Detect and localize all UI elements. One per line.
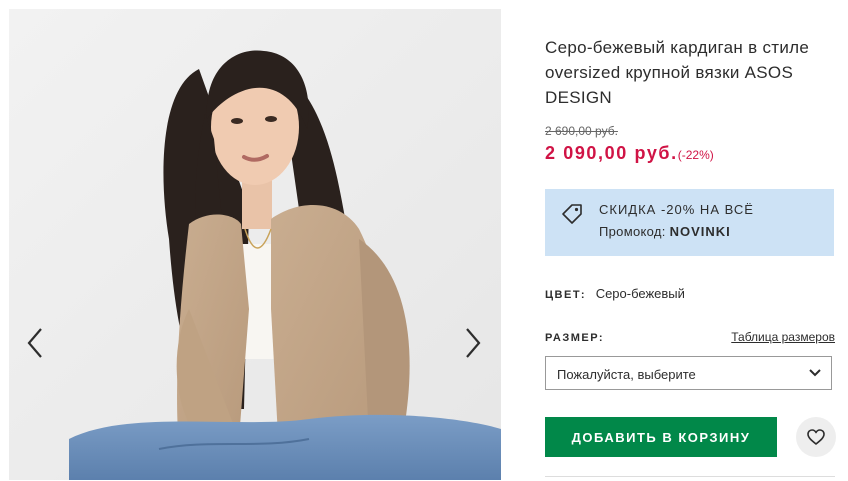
promo-code: NOVINKI [669, 224, 731, 239]
color-value: Серо-бежевый [595, 286, 685, 301]
sale-price: 2 090,00 руб. [545, 143, 678, 163]
size-select-value: Пожалуйста, выберите [557, 367, 696, 382]
size-select[interactable]: Пожалуйста, выберите [545, 356, 832, 390]
promo-code-line: Промокод: NOVINKI [599, 224, 731, 239]
color-label: ЦВЕТ: [545, 289, 587, 301]
tag-icon [562, 204, 582, 224]
chevron-down-icon [809, 369, 821, 377]
gallery-next-button[interactable] [453, 321, 493, 365]
old-price: 2 690,00 руб. [545, 124, 618, 138]
product-gallery [9, 9, 501, 480]
heart-icon [807, 429, 825, 445]
section-divider [545, 476, 835, 481]
promo-headline: СКИДКА -20% НА ВСЁ [599, 202, 754, 217]
size-label: РАЗМЕР: [545, 332, 605, 344]
product-details: Серо-бежевый кардиган в стиле oversized … [545, 0, 836, 481]
gallery-prev-button[interactable] [15, 321, 55, 365]
price-row: 2 090,00 руб.(-22%) [545, 143, 714, 164]
size-guide-link[interactable]: Таблица размеров [731, 330, 835, 344]
chevron-right-icon [466, 328, 481, 358]
promo-code-label: Промокод: [599, 224, 666, 239]
discount-percent: (-22%) [677, 148, 714, 162]
add-to-cart-button[interactable]: ДОБАВИТЬ В КОРЗИНУ [545, 417, 777, 457]
product-title: Серо-бежевый кардиган в стиле oversized … [545, 38, 810, 107]
color-row: ЦВЕТ: Серо-бежевый [545, 286, 685, 301]
promo-banner: СКИДКА -20% НА ВСЁ Промокод: NOVINKI [545, 189, 834, 256]
wishlist-button[interactable] [796, 417, 836, 457]
chevron-left-icon [27, 328, 42, 358]
product-photo [9, 9, 501, 480]
